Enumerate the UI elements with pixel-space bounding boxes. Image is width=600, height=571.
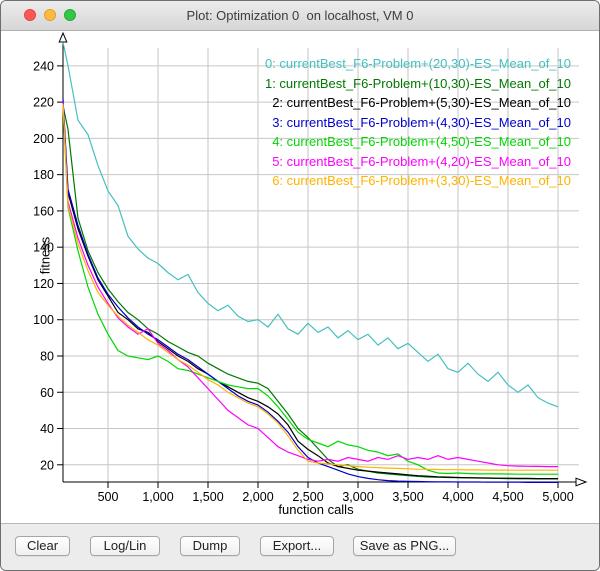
save-as-png-button[interactable]: Save as PNG... xyxy=(353,536,456,556)
chart-panel: 204060801001201401601802002202405001,000… xyxy=(1,31,599,524)
legend-item: 3: currentBest_F6-Problem+(4,30)-ES_Mean… xyxy=(265,113,571,133)
export-button[interactable]: Export... xyxy=(260,536,334,556)
legend-item: 4: currentBest_F6-Problem+(4,50)-ES_Mean… xyxy=(265,132,571,152)
plot-window: Plot: Optimization 0 on localhost, VM 0 … xyxy=(0,0,600,571)
clear-button[interactable]: Clear xyxy=(15,536,70,556)
x-tick-label: 3,500 xyxy=(392,490,423,504)
button-bar: Clear Log/Lin Dump Export... Save as PNG… xyxy=(1,524,599,570)
y-tick-label: 240 xyxy=(33,59,54,73)
x-tick-label: 1,000 xyxy=(142,490,173,504)
title-bar[interactable]: Plot: Optimization 0 on localhost, VM 0 xyxy=(1,1,599,31)
x-tick-label: 4,000 xyxy=(442,490,473,504)
x-tick-label: 1,500 xyxy=(192,490,223,504)
y-tick-label: 160 xyxy=(33,204,54,218)
legend-item: 1: currentBest_F6-Problem+(10,30)-ES_Mea… xyxy=(265,74,571,94)
x-tick-label: 5,000 xyxy=(542,490,573,504)
x-axis-label: function calls xyxy=(241,502,391,517)
x-axis-arrow-icon xyxy=(576,478,586,486)
x-tick-label: 4,500 xyxy=(492,490,523,504)
y-tick-label: 200 xyxy=(33,132,54,146)
dump-button[interactable]: Dump xyxy=(180,536,240,556)
legend-item: 2: currentBest_F6-Problem+(5,30)-ES_Mean… xyxy=(265,93,571,113)
log-lin-button[interactable]: Log/Lin xyxy=(90,536,160,556)
y-axis-label: fitness xyxy=(37,237,52,275)
legend-item: 5: currentBest_F6-Problem+(4,20)-ES_Mean… xyxy=(265,152,571,172)
y-tick-label: 20 xyxy=(40,458,54,472)
y-tick-label: 180 xyxy=(33,168,54,182)
y-axis-arrow-icon xyxy=(59,33,67,42)
y-tick-label: 100 xyxy=(33,313,54,327)
legend-item: 0: currentBest_F6-Problem+(20,30)-ES_Mea… xyxy=(265,54,571,74)
y-tick-label: 40 xyxy=(40,422,54,436)
window-title: Plot: Optimization 0 on localhost, VM 0 xyxy=(1,1,599,30)
y-tick-label: 120 xyxy=(33,277,54,291)
x-tick-label: 500 xyxy=(98,490,119,504)
chart-legend: 0: currentBest_F6-Problem+(20,30)-ES_Mea… xyxy=(265,54,571,191)
y-tick-label: 220 xyxy=(33,96,54,110)
legend-item: 6: currentBest_F6-Problem+(3,30)-ES_Mean… xyxy=(265,171,571,191)
y-tick-label: 80 xyxy=(40,349,54,363)
y-tick-label: 60 xyxy=(40,386,54,400)
